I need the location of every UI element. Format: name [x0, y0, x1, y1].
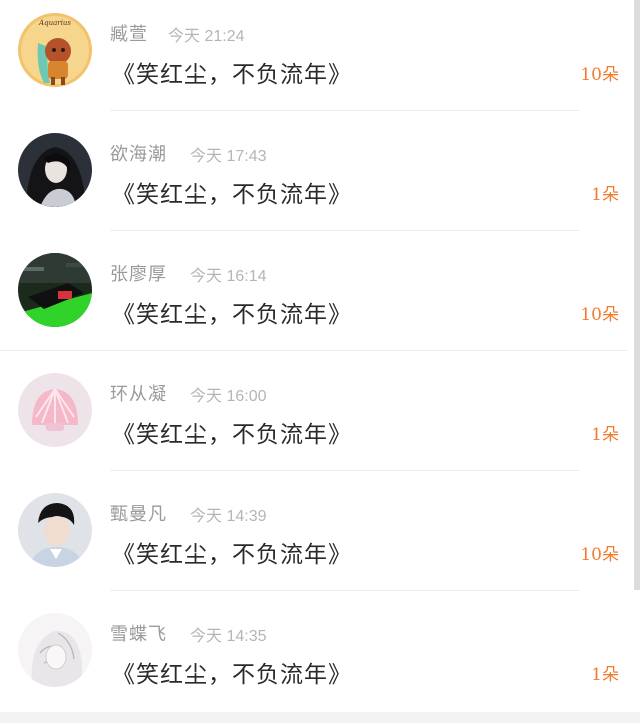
sender-name[interactable]: 雪蝶飞 [110, 620, 167, 646]
message-text: 《笑红尘，不负流年》 [112, 302, 352, 328]
gift-count: 10朵 [580, 545, 619, 565]
message-text: 《笑红尘，不负流年》 [112, 182, 352, 208]
sender-name[interactable]: 欲海潮 [110, 140, 167, 166]
message-time: 今天 21:24 [168, 28, 245, 45]
gift-count: 1朵 [591, 185, 619, 205]
message-time: 今天 14:35 [190, 628, 267, 645]
divider [110, 470, 580, 471]
sender-name[interactable]: 张廖厚 [110, 260, 167, 286]
gift-count: 10朵 [580, 305, 619, 325]
message-list: Aquarius 臧萱 今天 21:24 《笑红尘，不负流年》 10朵 欲海潮 … [0, 0, 640, 723]
message-time: 今天 17:43 [190, 148, 267, 165]
divider [110, 230, 580, 231]
aquarius-cartoon-avatar[interactable]: Aquarius [18, 13, 92, 87]
message-text: 《笑红尘，不负流年》 [112, 422, 352, 448]
divider [0, 350, 628, 351]
avatar-badge-text: Aquarius [38, 19, 71, 27]
divider [110, 110, 580, 111]
scrollbar[interactable] [634, 0, 640, 590]
message-row[interactable]: Aquarius 臧萱 今天 21:24 《笑红尘，不负流年》 10朵 [0, 0, 628, 120]
divider [110, 590, 580, 591]
message-text: 《笑红尘，不负流年》 [112, 62, 352, 88]
sender-name[interactable]: 臧萱 [110, 20, 148, 46]
sender-name[interactable]: 环从凝 [110, 380, 167, 406]
message-row[interactable]: 甄曼凡 今天 14:39 《笑红尘，不负流年》 10朵 [0, 480, 628, 600]
sketch-girl-avatar[interactable] [18, 613, 92, 687]
message-time: 今天 16:00 [190, 388, 267, 405]
message-text: 《笑红尘，不负流年》 [112, 662, 352, 688]
neon-car-avatar[interactable] [18, 253, 92, 327]
message-time: 今天 14:39 [190, 508, 267, 525]
message-row[interactable]: 环从凝 今天 16:00 《笑红尘，不负流年》 1朵 [0, 360, 628, 480]
gift-count: 1朵 [591, 665, 619, 685]
message-row[interactable]: 欲海潮 今天 17:43 《笑红尘，不负流年》 1朵 [0, 120, 628, 240]
gift-count: 1朵 [591, 425, 619, 445]
gift-count: 10朵 [580, 65, 619, 85]
message-row[interactable]: 张廖厚 今天 16:14 《笑红尘，不负流年》 10朵 [0, 240, 628, 360]
dark-hair-girl-avatar[interactable] [18, 133, 92, 207]
message-time: 今天 16:14 [190, 268, 267, 285]
sender-name[interactable]: 甄曼凡 [110, 500, 167, 526]
bottom-divider [0, 712, 640, 723]
pink-shell-avatar[interactable] [18, 373, 92, 447]
message-text: 《笑红尘，不负流年》 [112, 542, 352, 568]
young-man-avatar[interactable] [18, 493, 92, 567]
message-row[interactable]: 雪蝶飞 今天 14:35 《笑红尘，不负流年》 1朵 [0, 600, 628, 720]
